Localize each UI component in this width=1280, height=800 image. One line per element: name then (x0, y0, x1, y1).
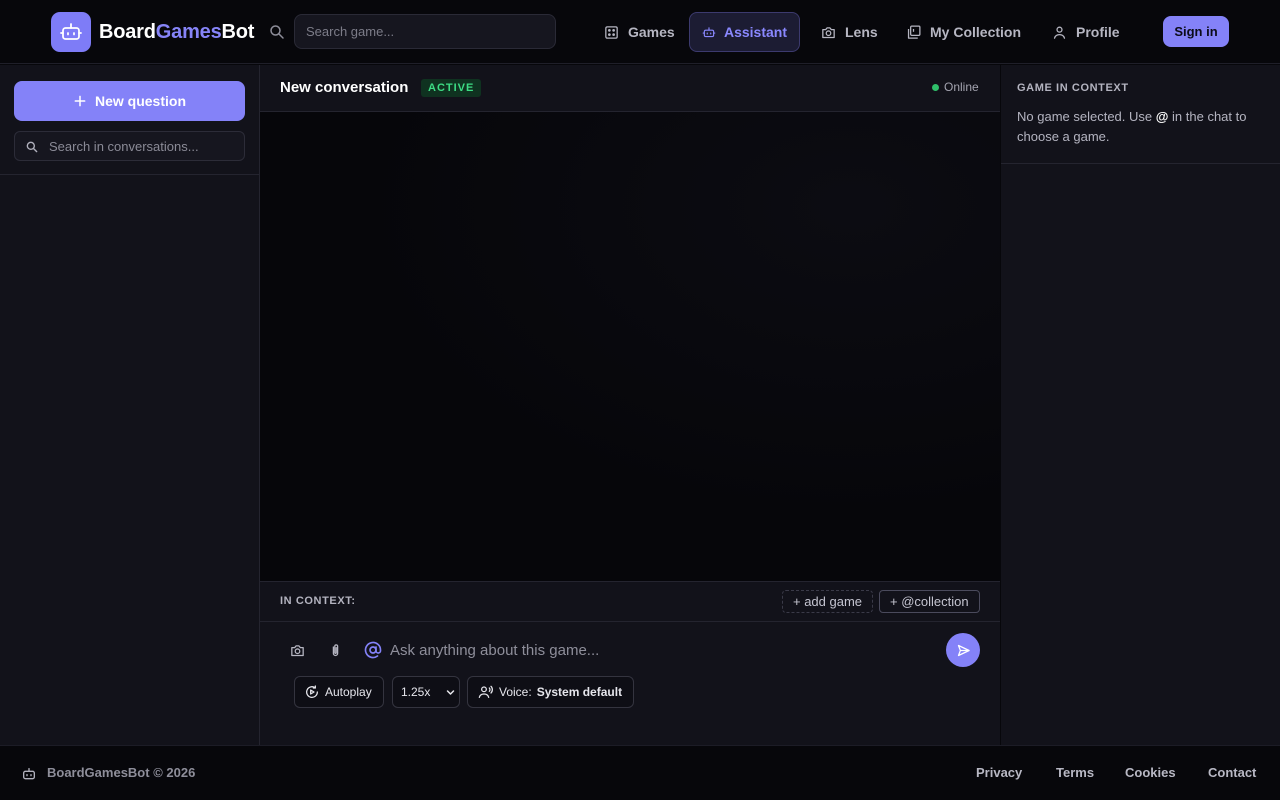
collection-icon (907, 24, 921, 39)
conversations-sidebar: New question (0, 65, 260, 745)
camera-button[interactable] (287, 640, 307, 660)
conversation-title: New conversation (280, 79, 409, 96)
nav-assistant[interactable]: Assistant (689, 12, 800, 52)
attach-button[interactable] (325, 640, 345, 660)
autoplay-toggle[interactable]: Autoplay (294, 676, 384, 708)
autoplay-icon (306, 685, 318, 698)
online-status-label: Online (944, 80, 979, 94)
conversation-search-input[interactable] (49, 132, 241, 160)
game-context-title: GAME IN CONTEXT (1017, 82, 1129, 94)
footer-link-terms[interactable]: Terms (1056, 765, 1094, 780)
footer-copyright: BoardGamesBot © 2026 (47, 765, 196, 780)
send-button[interactable] (946, 633, 980, 667)
nav-profile-label: Profile (1076, 24, 1120, 40)
camera-icon (290, 644, 304, 656)
message-composer: Autoplay 1.25x Voice: System default (260, 622, 1000, 745)
search-icon (26, 141, 38, 153)
new-question-label: New question (94, 93, 186, 109)
top-navbar: BoardGamesBot Games Assistant Lens My (0, 0, 1280, 64)
message-area[interactable] (260, 112, 1000, 582)
voice-value: System default (536, 685, 623, 699)
game-search-input[interactable] (294, 14, 556, 49)
new-question-button[interactable]: New question (14, 81, 245, 121)
nav-assistant-label: Assistant (723, 24, 787, 40)
online-status-dot (932, 84, 939, 91)
brand-part-bot: Bot (221, 21, 255, 43)
add-collection-button[interactable]: + @collection (879, 590, 980, 613)
mention-button[interactable] (363, 640, 383, 660)
footer-link-privacy[interactable]: Privacy (976, 765, 1022, 780)
chat-panel: New conversation ACTIVE Online IN CONTEX… (260, 65, 1000, 745)
footer-link-cookies[interactable]: Cookies (1125, 765, 1176, 780)
nav-lens[interactable]: Lens (808, 12, 890, 52)
voice-select-button[interactable]: Voice: System default (467, 676, 634, 708)
voice-icon (478, 685, 493, 698)
sidebar-divider (0, 174, 259, 175)
brand-part-board: Board (99, 21, 156, 43)
nav-lens-label: Lens (845, 24, 878, 40)
no-game-text-before: No game selected. Use (1017, 109, 1156, 124)
add-game-button[interactable]: + add game (782, 590, 874, 613)
footer: BoardGamesBot © 2026 Privacy Terms Cooki… (0, 745, 1280, 800)
at-sign-icon (364, 641, 382, 659)
right-panel-divider (1001, 163, 1280, 164)
at-symbol: @ (1155, 109, 1169, 124)
search-icon (270, 25, 284, 39)
dice-icon (605, 25, 618, 39)
game-context-panel: GAME IN CONTEXT No game selected. Use @ … (1001, 65, 1280, 745)
no-game-message: No game selected. Use @ in the chat to c… (1017, 107, 1267, 147)
plus-icon (74, 95, 86, 107)
paperclip-icon (332, 643, 338, 656)
conversation-search-box[interactable] (14, 131, 245, 161)
robot-logo-icon[interactable] (51, 12, 91, 52)
playback-speed-select[interactable]: 1.25x (392, 676, 460, 708)
robot-icon (23, 768, 35, 780)
autoplay-label: Autoplay (325, 685, 372, 699)
nav-games-label: Games (628, 24, 675, 40)
camera-icon (822, 26, 835, 38)
nav-my-collection-label: My Collection (930, 24, 1022, 40)
brand-part-games: Games (155, 21, 222, 43)
footer-link-contact[interactable]: Contact (1208, 765, 1256, 780)
send-icon (957, 644, 970, 656)
sign-in-button[interactable]: Sign in (1163, 16, 1229, 47)
robot-icon (702, 26, 716, 37)
context-bar: IN CONTEXT: + add game + @collection (260, 581, 1000, 622)
nav-profile[interactable]: Profile (1039, 12, 1132, 52)
voice-label: Voice: (499, 685, 532, 699)
chat-message-input[interactable] (390, 638, 930, 662)
nav-games[interactable]: Games (591, 12, 687, 52)
chat-header: New conversation ACTIVE Online (260, 65, 1000, 112)
user-icon (1053, 26, 1066, 39)
status-badge: ACTIVE (421, 79, 482, 97)
nav-my-collection[interactable]: My Collection (893, 12, 1033, 52)
brand-name[interactable]: BoardGamesBot (99, 19, 254, 45)
in-context-label: IN CONTEXT: (280, 595, 356, 607)
